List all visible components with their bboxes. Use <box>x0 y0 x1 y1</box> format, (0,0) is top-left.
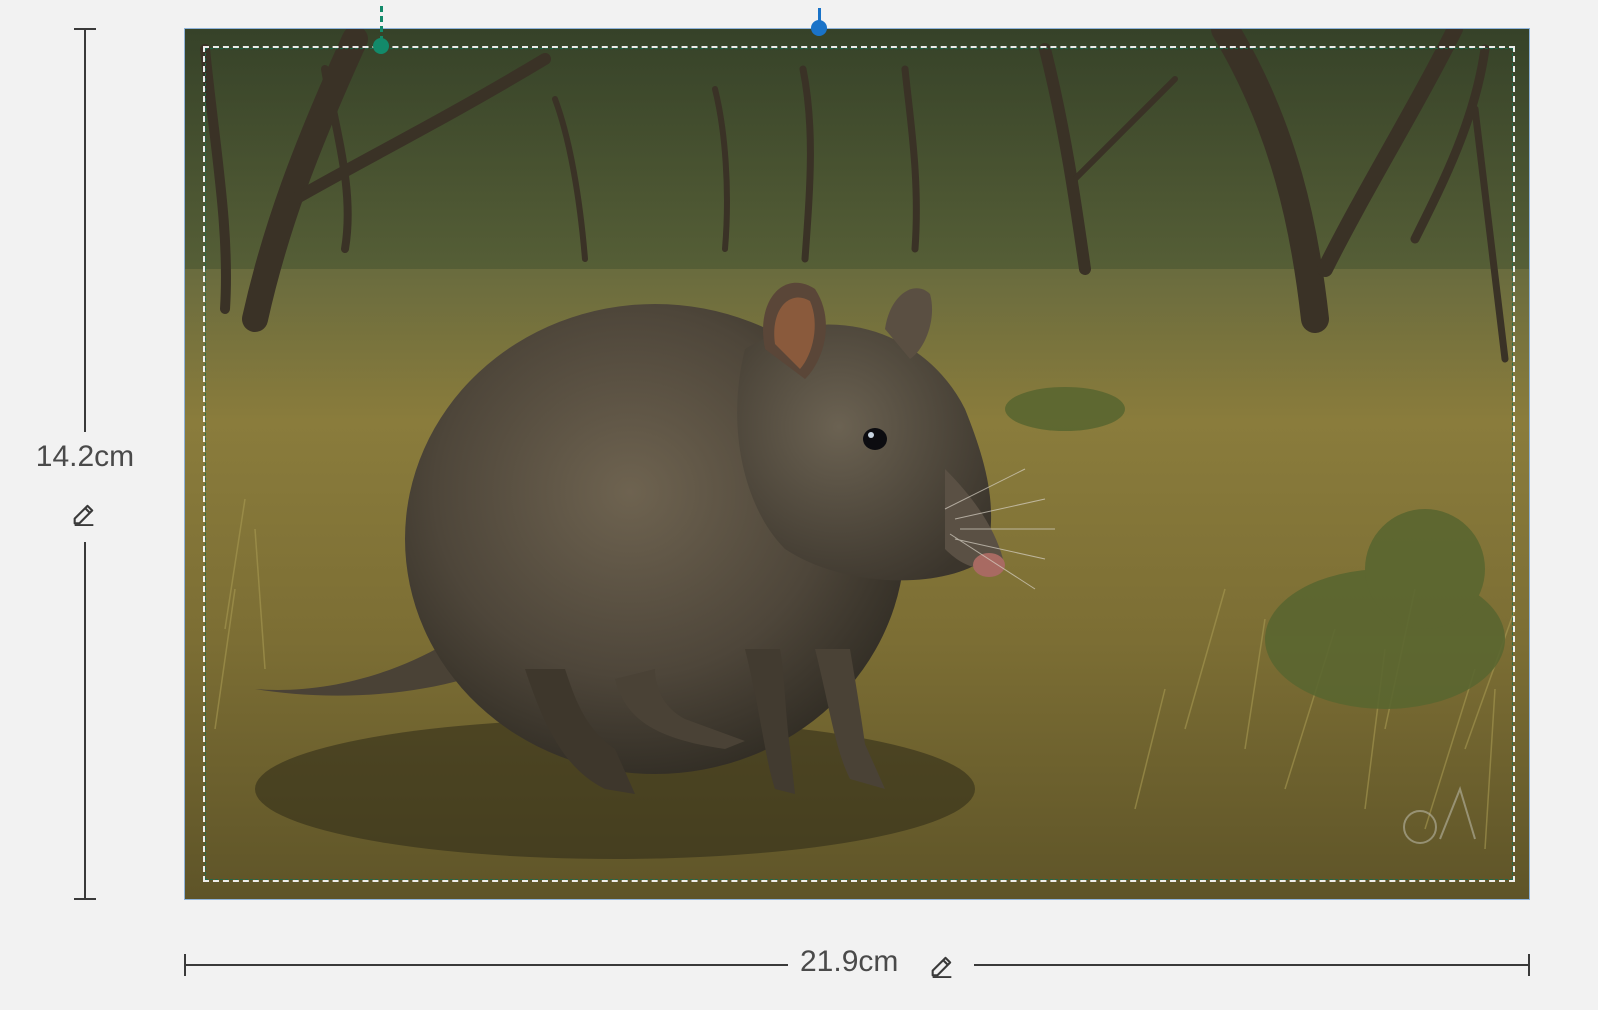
selected-image[interactable] <box>184 28 1530 900</box>
canvas-area: 14.2cm 21.9cm <box>0 0 1598 1010</box>
height-label: 14.2cm <box>35 440 135 473</box>
width-label: 21.9cm <box>800 945 899 978</box>
height-ruler-line-top <box>84 28 86 432</box>
safe-area-handle[interactable] <box>373 38 389 54</box>
edit-height-button[interactable] <box>68 498 100 530</box>
pencil-icon <box>931 956 952 979</box>
edit-width-button[interactable] <box>926 950 958 982</box>
position-handle[interactable] <box>811 20 827 36</box>
width-ruler-line-left <box>184 964 788 966</box>
bandicoot-photo <box>185 29 1529 899</box>
width-ruler-right-cap <box>1528 954 1530 976</box>
height-ruler-bottom-cap <box>74 898 96 900</box>
safe-area-handle-stem <box>380 6 386 42</box>
height-ruler-line-bottom <box>84 542 86 900</box>
pencil-icon <box>73 504 94 527</box>
width-ruler-line-right <box>974 964 1530 966</box>
